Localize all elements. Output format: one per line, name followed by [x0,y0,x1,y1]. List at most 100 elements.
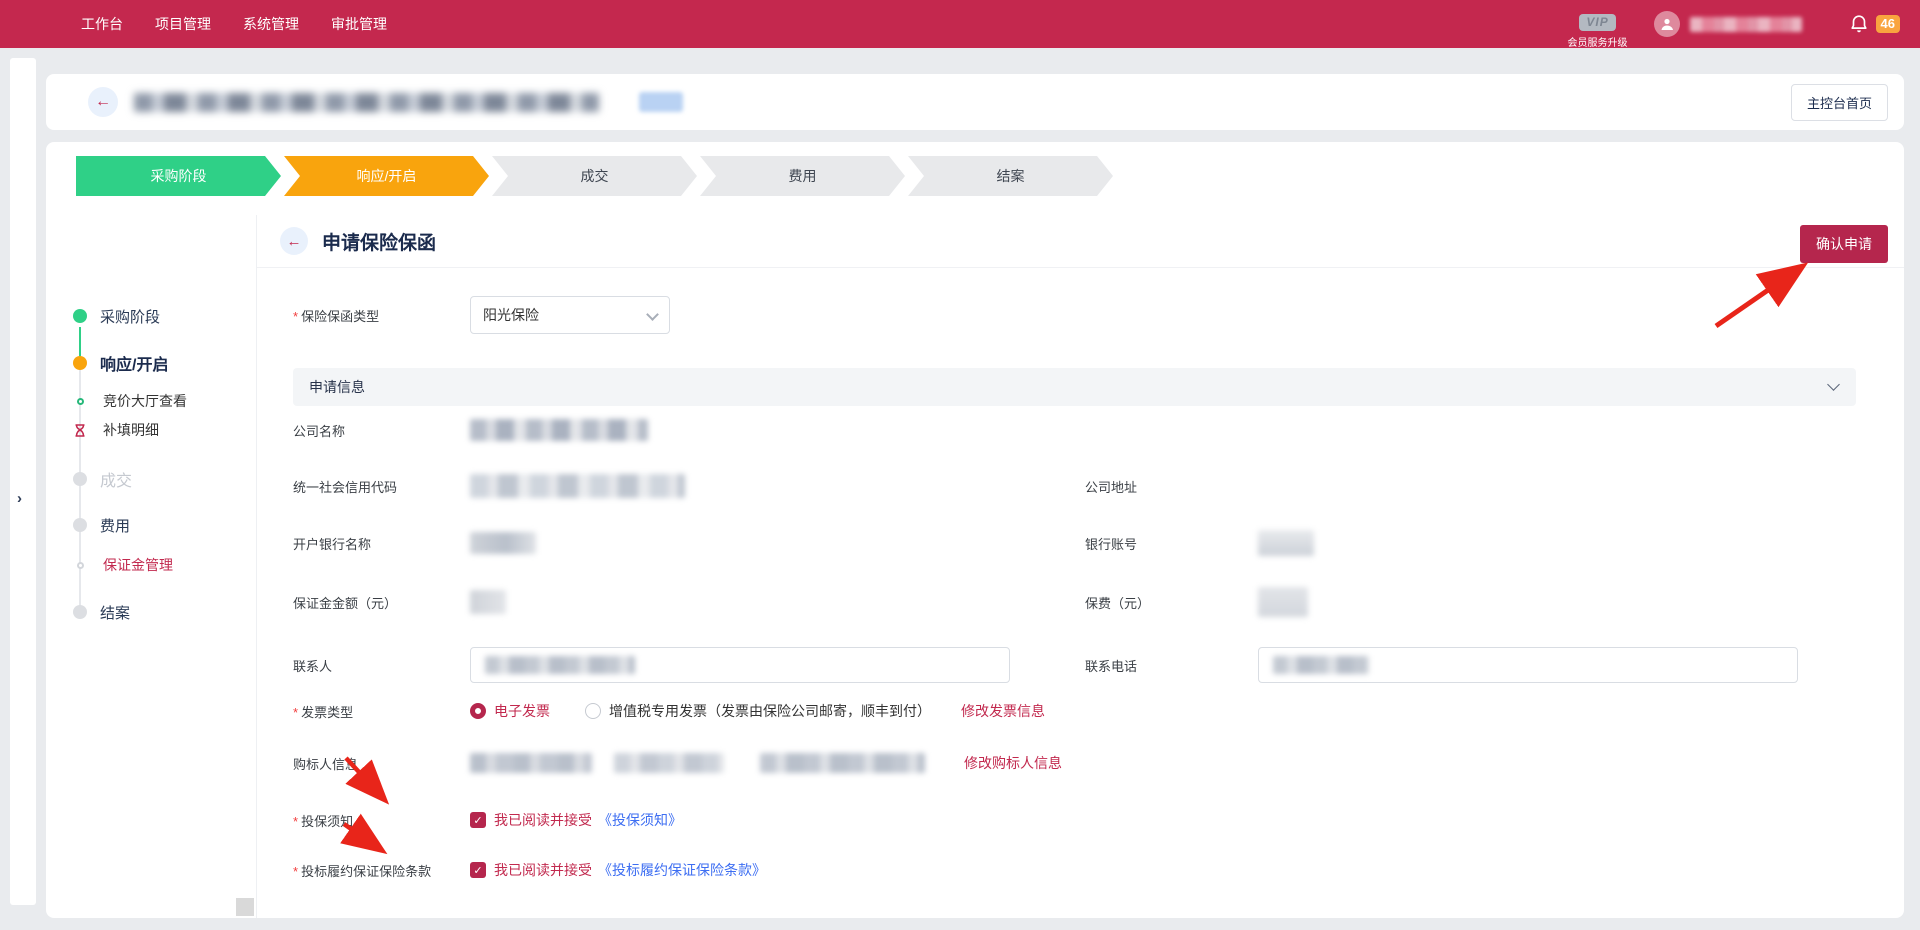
notification-badge[interactable]: 46 [1876,15,1900,33]
confirm-apply-button[interactable]: 确认申请 [1800,225,1888,263]
vip-icon: VIP [1579,14,1615,31]
field-label: 公司名称 [293,421,470,440]
performance-clause-link[interactable]: 《投标履约保证保险条款》 [598,860,766,880]
field-label: 银行账号 [1085,534,1258,553]
radio-label[interactable]: 增值税专用发票（发票由保险公司邮寄，顺丰到付） [609,701,931,721]
console-home-button[interactable]: 主控台首页 [1791,84,1888,121]
form-back-button[interactable]: ← [280,227,308,255]
contact-phone-redacted [1273,656,1369,674]
step-response-open[interactable]: 响应/开启 [284,156,489,196]
row-performance-clause: 投标履约保证保险条款 ✓ 我已阅读并接受 《投标履约保证保险条款》 [293,860,1860,880]
row-amounts: 保证金金额（元） 保费（元） [293,587,1860,617]
field-label: 联系人 [293,656,470,675]
row-company-name: 公司名称 [293,419,1860,441]
done-dot-icon [73,309,87,323]
back-arrow-icon: ← [95,93,111,111]
ring-icon [77,398,84,405]
agreement-text: 我已阅读并接受 [494,860,592,880]
back-arrow-icon: ← [287,233,302,250]
performance-clause-checkbox[interactable]: ✓ [470,862,486,878]
field-label: 公司地址 [1085,477,1258,496]
nav-menu: 工作台 项目管理 系统管理 审批管理 [75,0,393,48]
step-close[interactable]: 结案 [908,156,1113,196]
bidder-info-redacted [470,753,592,773]
field-label: 投标履约保证保险条款 [293,861,470,880]
field-label: 统一社会信用代码 [293,477,470,496]
row-insurance-type: 保险保函类型 阳光保险 [293,296,1860,334]
user-icon [1660,17,1674,31]
pending-dot-icon [73,472,87,486]
chevron-down-icon [1827,378,1840,391]
row-bank: 开户银行名称 银行账号 [293,530,1860,556]
nav-item-system-management[interactable]: 系统管理 [237,14,305,34]
main-card: 采购阶段 响应/开启 成交 费用 结案 采购阶段 响应/开启 竞价大厅查看 补填 [46,142,1904,918]
credit-code-redacted [470,474,685,498]
modify-invoice-link[interactable]: 修改发票信息 [961,701,1045,721]
breadcrumb-bar: ← 主控台首页 [46,74,1904,130]
check-icon: ✓ [473,814,482,827]
insure-notice-link[interactable]: 《投保须知》 [598,810,682,830]
field-label: 保证金金额（元） [293,593,470,612]
form-area: ← 申请保险保函 确认申请 保险保函类型 阳光保险 申请信息 公司名称 [257,215,1904,918]
step-fee[interactable]: 费用 [700,156,905,196]
row-insure-notice: 投保须知 ✓ 我已阅读并接受 《投保须知》 [293,810,1860,830]
check-icon: ✓ [473,864,482,877]
agreement-text: 我已阅读并接受 [494,810,592,830]
contact-phone-input[interactable] [1258,647,1798,683]
nav-item-approval-management[interactable]: 审批管理 [325,14,393,34]
contact-person-input[interactable] [470,647,1010,683]
insurance-type-select[interactable]: 阳光保险 [470,296,670,334]
premium-redacted [1258,587,1308,617]
insure-notice-checkbox[interactable]: ✓ [470,812,486,828]
bell-icon[interactable] [1848,13,1870,35]
field-label: 投保须知 [293,811,470,830]
vip-caption: 会员服务升级 [1568,34,1628,49]
stage-sidebar: 采购阶段 响应/开启 竞价大厅查看 补填明细 成交 费用 [46,215,257,918]
phase-steps: 采购阶段 响应/开启 成交 费用 结案 [76,156,1116,196]
select-value: 阳光保险 [483,305,539,325]
page-title: 申请保险保函 [322,228,436,255]
nav-right-cluster: VIP 会员服务升级 46 [1568,0,1900,48]
nav-item-workbench[interactable]: 工作台 [75,14,129,34]
row-bidder-info: 购标人信息 修改购标人信息 [293,753,1860,773]
row-credit-code-address: 统一社会信用代码 公司地址 [293,474,1860,498]
radio-label[interactable]: 电子发票 [494,701,550,721]
nav-item-project-management[interactable]: 项目管理 [149,14,217,34]
avatar[interactable] [1654,11,1680,37]
chevron-down-icon [646,308,659,321]
expand-panel-chevron-icon[interactable]: › [17,490,22,507]
field-label: 联系电话 [1085,656,1258,675]
deposit-amount-redacted [470,590,506,614]
hourglass-icon [74,424,86,437]
radio-electronic-invoice[interactable] [470,703,486,719]
field-label: 保险保函类型 [293,306,470,325]
radio-vat-invoice[interactable] [585,703,601,719]
collapsed-panel-strip: › [10,58,36,905]
active-dot-icon [73,356,87,370]
pending-dot-icon [73,518,87,532]
step-deal[interactable]: 成交 [492,156,697,196]
pending-dot-icon [73,605,87,619]
back-button[interactable]: ← [88,87,118,117]
form-body: 保险保函类型 阳光保险 申请信息 公司名称 统一社会信用代码 公司地址 [257,268,1904,880]
ring-icon [77,562,84,569]
field-label: 保费（元） [1085,593,1258,612]
field-label: 发票类型 [293,702,470,721]
vip-upgrade[interactable]: VIP 会员服务升级 [1568,14,1628,49]
bank-account-redacted [1258,530,1314,556]
top-navbar: 工作台 项目管理 系统管理 审批管理 VIP 会员服务升级 46 [0,0,1920,48]
section-title: 申请信息 [309,377,365,397]
timeline-connector-done [79,327,81,357]
bidder-info-redacted [614,753,724,773]
username-redacted [1690,17,1802,32]
bank-name-redacted [470,532,536,554]
scrollbar-thumb[interactable] [236,898,254,916]
modify-bidder-link[interactable]: 修改购标人信息 [964,753,1062,773]
row-invoice-type: 发票类型 电子发票 增值税专用发票（发票由保险公司邮寄，顺丰到付） 修改发票信息 [293,701,1860,721]
section-application-info[interactable]: 申请信息 [293,368,1856,406]
step-procurement[interactable]: 采购阶段 [76,156,281,196]
bidder-info-redacted [760,753,925,773]
contact-person-redacted [485,656,635,674]
form-title-row: ← 申请保险保函 确认申请 [257,215,1904,268]
field-label: 开户银行名称 [293,534,470,553]
